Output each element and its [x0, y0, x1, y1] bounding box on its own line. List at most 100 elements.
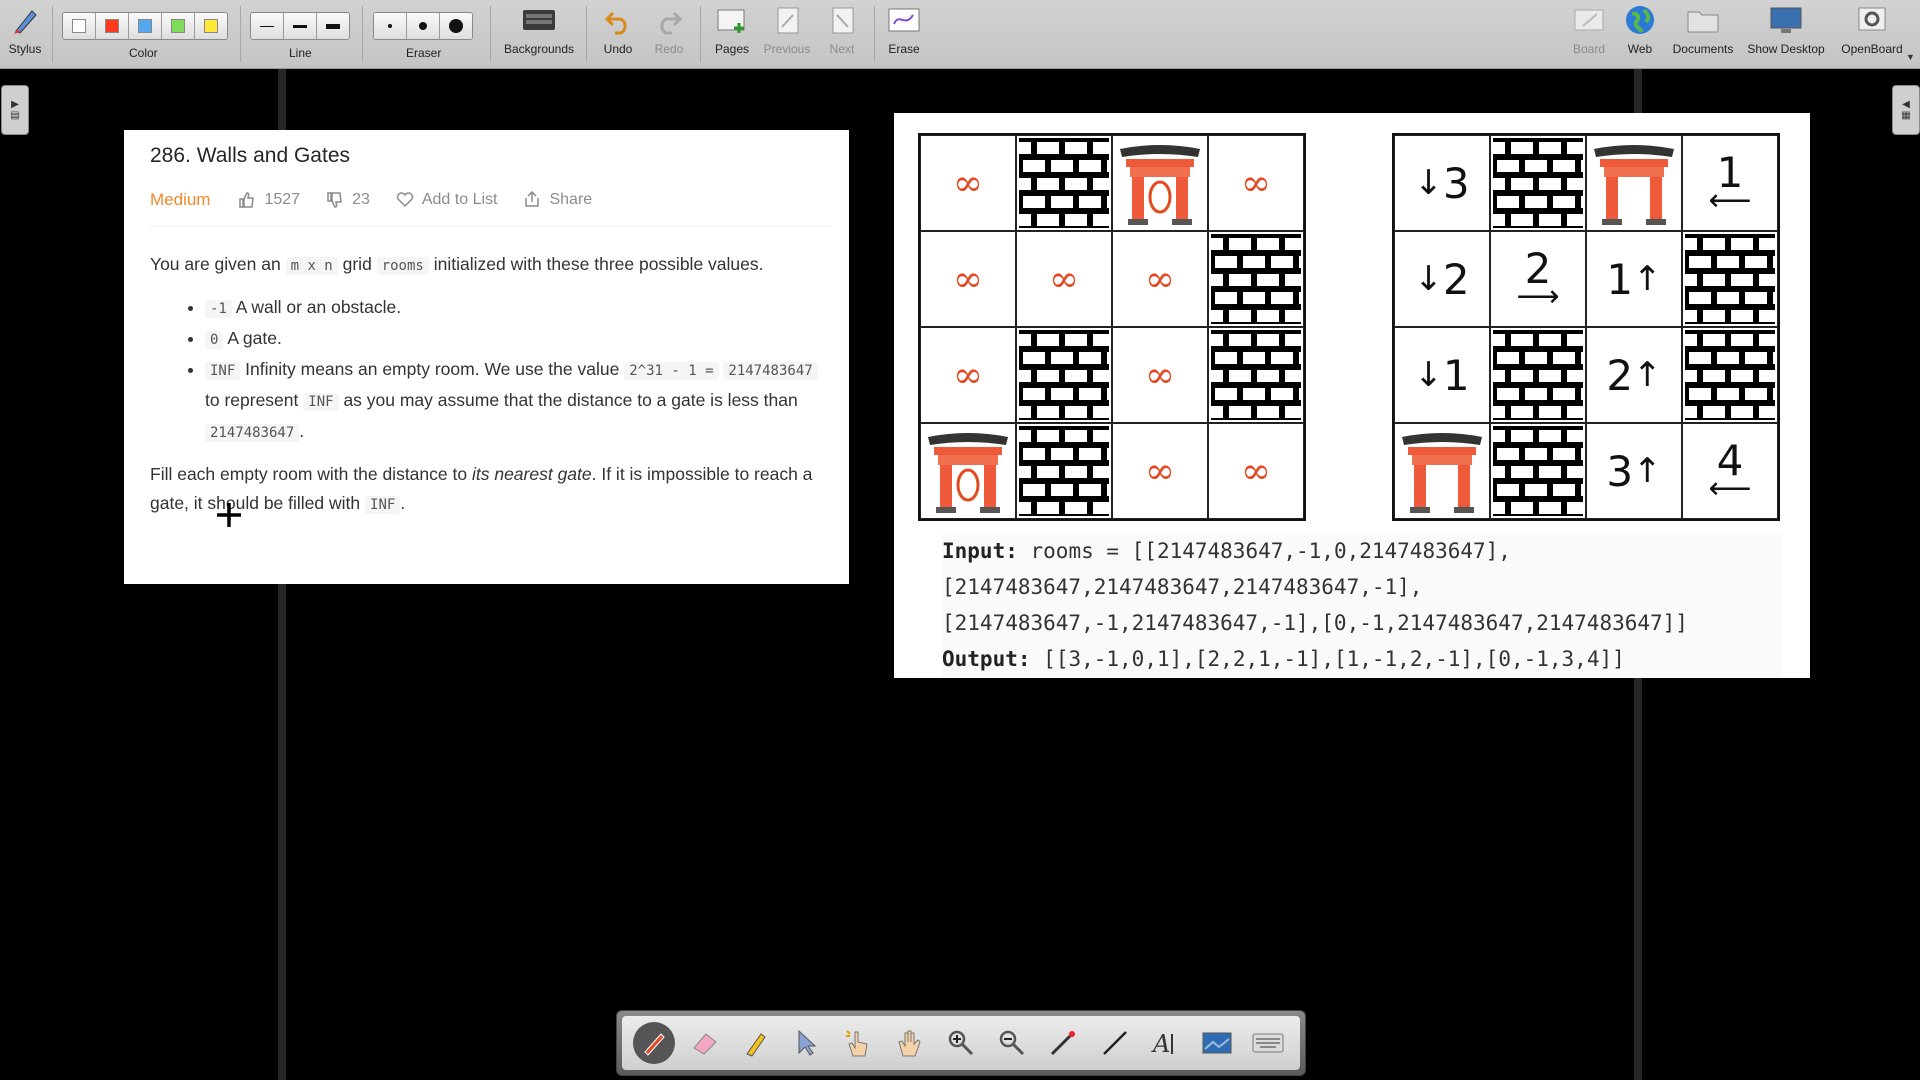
like-button[interactable]: 1527	[238, 191, 300, 209]
example-io: Input: rooms = [[2147483647,-1,0,2147483…	[942, 533, 1782, 677]
wall-cell	[1682, 231, 1778, 327]
list-item: 0 A gate.	[205, 324, 830, 355]
value-list: -1 A wall or an obstacle. 0 A gate. INF …	[150, 293, 830, 448]
eraser-size-selector	[373, 12, 473, 40]
distance-cell: 2 ⟶	[1490, 231, 1586, 327]
undo-button[interactable]: Undo	[598, 0, 638, 68]
wall-cell	[1016, 423, 1112, 519]
next-page-button[interactable]: Next	[822, 0, 862, 68]
eraser-medium-button[interactable]	[407, 13, 440, 39]
redo-button[interactable]: Redo	[649, 0, 689, 68]
brick-wall-icon	[1019, 330, 1109, 420]
torii-gate-icon	[1120, 145, 1200, 225]
torii-gate-icon	[1594, 145, 1674, 225]
eraser-tool-button[interactable]	[684, 1022, 726, 1064]
infinity-mark: ∞	[953, 162, 983, 204]
stylus-button[interactable]: Stylus	[6, 0, 44, 68]
list-item: INF Infinity means an empty room. We use…	[205, 355, 830, 448]
empty-room-cell: ∞	[1112, 231, 1208, 327]
expand-arrow-icon: ▶	[11, 99, 19, 110]
eraser-large-button[interactable]	[440, 13, 472, 39]
share-button[interactable]: Share	[523, 191, 592, 209]
add-to-list-button[interactable]: Add to List	[396, 191, 497, 209]
svg-text:A: A	[1151, 1030, 1170, 1058]
input-line: rooms = [[2147483647,-1,0,2147483647],	[1030, 539, 1511, 563]
input-line: [2147483647,-1,2147483647,-1],[0,-1,2147…	[942, 611, 1688, 635]
brick-wall-icon	[1019, 138, 1109, 228]
thumbs-down-icon	[327, 192, 342, 208]
erase-button[interactable]: Erase	[884, 0, 924, 68]
right-library-tab[interactable]: ◀ ▦	[1892, 85, 1920, 135]
line-thin-button[interactable]	[251, 13, 284, 39]
capture-tool-button[interactable]	[1196, 1022, 1238, 1064]
brick-wall-icon	[1685, 330, 1775, 420]
brick-wall-icon	[1211, 330, 1301, 420]
text-tool-button[interactable]: A	[1145, 1022, 1187, 1064]
gate-cell	[1112, 135, 1208, 231]
distance-value: ↓ 2	[1414, 254, 1470, 304]
show-desktop-button[interactable]: Show Desktop	[1744, 0, 1828, 68]
zoom-out-icon	[999, 1030, 1025, 1056]
empty-room-cell: ∞	[1112, 327, 1208, 423]
collapse-arrow-icon: ◀	[1902, 99, 1910, 110]
infinity-mark: ∞	[953, 258, 983, 300]
gate-cell	[1394, 423, 1490, 519]
zoom-in-icon	[948, 1030, 973, 1056]
distance-cell: 2 ↑	[1586, 327, 1682, 423]
eraser-icon	[693, 1033, 717, 1055]
pen-tool-button[interactable]	[632, 1022, 675, 1064]
input-label: Input:	[942, 539, 1018, 563]
keyboard-background-icon	[523, 10, 555, 30]
zoom-in-button[interactable]	[940, 1022, 982, 1064]
heart-icon	[396, 192, 414, 208]
distance-cell: ↓ 1	[1394, 327, 1490, 423]
wall-cell	[1490, 327, 1586, 423]
virtual-keyboard-button[interactable]	[1247, 1022, 1289, 1064]
pages-button[interactable]: Pages	[710, 0, 754, 68]
crosshair-cursor-icon	[217, 503, 241, 527]
selector-tool-button[interactable]	[786, 1022, 828, 1064]
color-swatch-red[interactable]	[96, 13, 129, 39]
empty-room-cell: ∞	[1208, 423, 1304, 519]
color-swatch-yellow[interactable]	[195, 13, 227, 39]
eraser-small-button[interactable]	[374, 13, 407, 39]
wall-cell	[1016, 327, 1112, 423]
backgrounds-button[interactable]: Backgrounds	[500, 0, 578, 68]
previous-page-button[interactable]: Previous	[762, 0, 812, 68]
previous-page-icon	[777, 7, 799, 34]
output-value: [[3,-1,0,1],[2,2,1,-1],[1,-1,2,-1],[0,-1…	[1043, 647, 1625, 671]
distance-value: ↓ 3	[1414, 158, 1470, 208]
zoom-out-button[interactable]	[991, 1022, 1033, 1064]
line-width-selector	[250, 12, 350, 40]
board-button[interactable]: Board	[1569, 0, 1609, 68]
left-library-tab[interactable]: ▶ ▤	[1, 85, 29, 135]
distance-value: ↓ 1	[1414, 350, 1470, 400]
interact-tool-button[interactable]	[837, 1022, 879, 1064]
web-button[interactable]: Web	[1620, 0, 1660, 68]
keyboard-icon	[1252, 1033, 1284, 1053]
infinity-mark: ∞	[1241, 162, 1271, 204]
hand-tool-button[interactable]	[889, 1022, 931, 1064]
chevron-down-icon[interactable]: ▼	[1906, 52, 1915, 62]
color-swatch-blue[interactable]	[129, 13, 162, 39]
line-thick-button[interactable]	[317, 13, 349, 39]
color-swatch-white[interactable]	[63, 13, 96, 39]
distance-cell: ↓ 2	[1394, 231, 1490, 327]
highlighter-tool-button[interactable]	[735, 1022, 777, 1064]
line-medium-button[interactable]	[284, 13, 317, 39]
screen-capture-icon	[1202, 1032, 1232, 1054]
distance-cell: 1 ↑	[1586, 231, 1682, 327]
laser-pointer-button[interactable]	[1042, 1022, 1084, 1064]
undo-icon	[604, 11, 627, 35]
openboard-menu-button[interactable]: OpenBoard	[1836, 0, 1908, 68]
infinity-mark: ∞	[953, 354, 983, 396]
line-tool-button[interactable]	[1094, 1022, 1136, 1064]
distance-value: 3 ↑	[1606, 446, 1662, 496]
distance-value: 4 ⟵	[1708, 436, 1752, 506]
brick-wall-icon	[1685, 234, 1775, 324]
list-item: -1 A wall or an obstacle.	[205, 293, 830, 324]
color-swatch-green[interactable]	[162, 13, 195, 39]
dislike-button[interactable]: 23	[326, 191, 370, 209]
distance-value: 2 ⟶	[1516, 244, 1560, 314]
documents-button[interactable]: Documents	[1670, 0, 1736, 68]
